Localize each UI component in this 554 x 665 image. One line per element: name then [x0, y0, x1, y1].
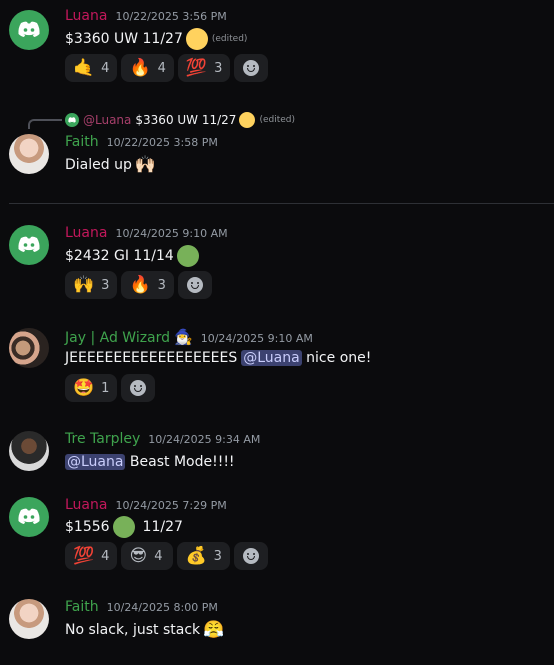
- add-reaction-button[interactable]: [177, 271, 212, 299]
- message-text: $2432 GI 11/14: [65, 248, 174, 264]
- message-tre: Tre Tarpley 10/24/2025 9:34 AM @Luana Be…: [0, 430, 554, 480]
- avatar[interactable]: [9, 225, 49, 265]
- add-reaction-smile-icon: [243, 60, 260, 76]
- message-text: $3360 UW 11/27: [65, 31, 183, 47]
- reply-reference[interactable]: @Luana $3360 UW 11/27 (edited): [65, 111, 295, 129]
- avatar[interactable]: [9, 497, 49, 537]
- reaction[interactable]: 😎 4: [121, 542, 174, 570]
- message-text-after: nice one!: [301, 350, 372, 366]
- author-name[interactable]: Faith: [65, 599, 99, 615]
- green-circle-emoji: [112, 516, 135, 538]
- discord-logo-icon: [18, 236, 40, 252]
- message-content: @Luana Beast Mode!!!!: [65, 452, 235, 472]
- message-faith-1: @Luana $3360 UW 11/27 (edited) Faith 10/…: [0, 110, 554, 190]
- message-content: No slack, just stack 😤: [65, 620, 224, 640]
- yellow-circle-emoji: [239, 112, 256, 128]
- reactions-bar: 🤩 1: [65, 374, 156, 402]
- timestamp[interactable]: 10/22/2025 3:56 PM: [115, 10, 226, 23]
- add-reaction-button[interactable]: [121, 374, 156, 402]
- add-reaction-smile-icon: [186, 277, 203, 293]
- message-header: Jay | Ad Wizard 🧙‍♂️ 10/24/2025 9:10 AM: [65, 328, 313, 346]
- reaction[interactable]: 🔥 4: [121, 54, 174, 82]
- avatar[interactable]: [9, 431, 49, 471]
- reply-text: $3360 UW 11/27: [135, 113, 237, 127]
- message-text: JEEEEEEEEEEEEEEEEEES: [65, 350, 238, 366]
- message-faith-2: Faith 10/24/2025 8:00 PM No slack, just …: [0, 598, 554, 658]
- date-divider: [9, 203, 554, 204]
- avatar[interactable]: [9, 328, 49, 368]
- message-luana-1: Luana 10/22/2025 3:56 PM $3360 UW 11/27 …: [0, 0, 554, 90]
- discord-logo-icon: [18, 508, 40, 524]
- discord-logo-icon: [68, 117, 76, 123]
- message-text-after: Beast Mode!!!!: [125, 454, 235, 470]
- reply-connector: [28, 119, 62, 129]
- message-header: Tre Tarpley 10/24/2025 9:34 AM: [65, 431, 260, 449]
- author-name[interactable]: Luana: [65, 497, 107, 513]
- add-reaction-smile-icon: [242, 548, 259, 564]
- add-reaction-button[interactable]: [233, 542, 268, 570]
- reactions-bar: 🤙 4 🔥 4 💯 3: [65, 54, 269, 82]
- timestamp[interactable]: 10/24/2025 9:10 AM: [115, 227, 227, 240]
- edited-label: (edited): [259, 115, 296, 125]
- message-header: Luana 10/24/2025 9:10 AM: [65, 225, 228, 243]
- message-text-after: 11/27: [142, 519, 183, 535]
- message-text: No slack, just stack: [65, 622, 201, 638]
- user-mention[interactable]: @Luana: [241, 350, 302, 366]
- message-text: $1556: [65, 519, 110, 535]
- discord-logo-icon: [18, 21, 40, 37]
- message-content: Dialed up 🙌🏻: [65, 155, 156, 175]
- avatar[interactable]: [9, 134, 49, 174]
- author-name[interactable]: Faith: [65, 134, 99, 150]
- reactions-bar: 💯 4 😎 4 💰 3: [65, 542, 268, 570]
- message-header: Luana 10/24/2025 7:29 PM: [65, 497, 227, 515]
- triumph-face-emoji: 😤: [203, 620, 225, 640]
- reaction[interactable]: 🤩 1: [65, 374, 118, 402]
- message-luana-2: Luana 10/24/2025 9:10 AM $2432 GI 11/14 …: [0, 222, 554, 302]
- wizard-emoji: 🧙‍♂️: [174, 328, 193, 346]
- message-content: $1556 11/27: [65, 516, 183, 538]
- green-circle-emoji: [176, 245, 199, 267]
- reaction[interactable]: 🔥 3: [121, 271, 174, 299]
- reactions-bar: 🙌 3 🔥 3: [65, 271, 212, 299]
- timestamp[interactable]: 10/24/2025 7:29 PM: [115, 499, 226, 512]
- author-name[interactable]: Tre Tarpley: [65, 431, 140, 447]
- avatar[interactable]: [9, 599, 49, 639]
- reply-mention[interactable]: @Luana: [83, 113, 131, 127]
- message-content: JEEEEEEEEEEEEEEEEEES @Luana nice one!: [65, 348, 371, 368]
- timestamp[interactable]: 10/24/2025 8:00 PM: [107, 601, 218, 614]
- avatar[interactable]: [9, 10, 49, 50]
- timestamp[interactable]: 10/24/2025 9:34 AM: [148, 433, 260, 446]
- reaction[interactable]: 🤙 4: [65, 54, 118, 82]
- message-header: Faith 10/22/2025 3:58 PM: [65, 134, 218, 152]
- raised-hands-emoji: 🙌🏻: [134, 155, 157, 175]
- message-content: $3360 UW 11/27 (edited): [65, 28, 248, 50]
- message-jay: Jay | Ad Wizard 🧙‍♂️ 10/24/2025 9:10 AM …: [0, 326, 554, 406]
- reaction[interactable]: 💯 3: [177, 54, 231, 82]
- add-reaction-smile-icon: [130, 380, 147, 396]
- add-reaction-button[interactable]: [234, 54, 269, 82]
- reaction[interactable]: 💯 4: [65, 542, 118, 570]
- message-luana-3: Luana 10/24/2025 7:29 PM $1556 11/27 💯 4 …: [0, 495, 554, 575]
- author-name[interactable]: Jay | Ad Wizard: [65, 330, 170, 346]
- user-mention[interactable]: @Luana: [65, 454, 126, 470]
- yellow-circle-emoji: [185, 28, 208, 50]
- timestamp[interactable]: 10/22/2025 3:58 PM: [107, 136, 218, 149]
- reaction[interactable]: 🙌 3: [65, 271, 118, 299]
- author-name[interactable]: Luana: [65, 8, 107, 24]
- reaction[interactable]: 💰 3: [177, 542, 230, 570]
- message-header: Faith 10/24/2025 8:00 PM: [65, 599, 218, 617]
- message-header: Luana 10/22/2025 3:56 PM: [65, 8, 227, 26]
- message-text: Dialed up: [65, 157, 132, 173]
- timestamp[interactable]: 10/24/2025 9:10 AM: [201, 332, 313, 345]
- reply-avatar: [65, 113, 79, 127]
- author-name[interactable]: Luana: [65, 225, 107, 241]
- edited-label: (edited): [211, 34, 248, 44]
- message-content: $2432 GI 11/14: [65, 245, 199, 267]
